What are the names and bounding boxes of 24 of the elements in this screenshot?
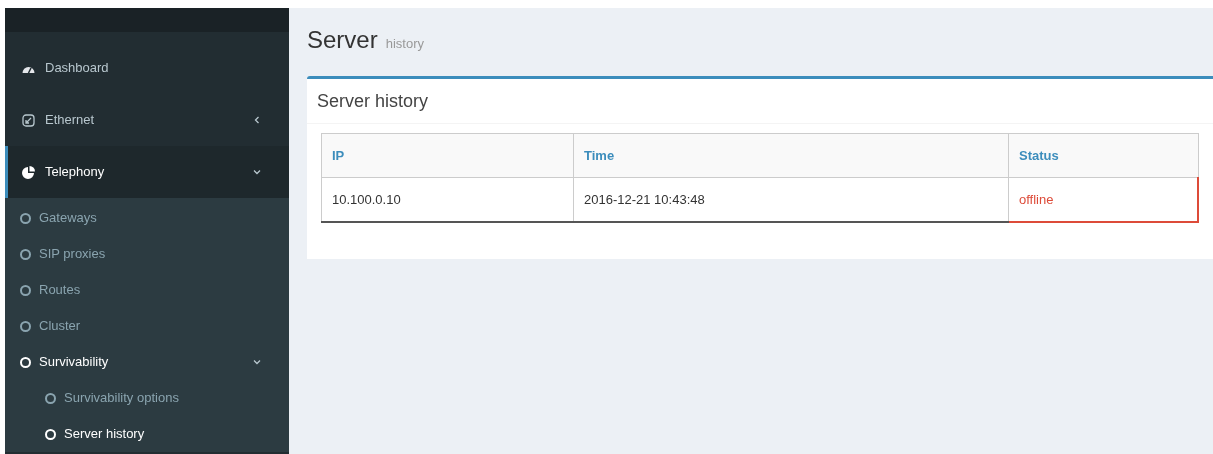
- table-cell: 10.100.0.10: [321, 177, 574, 222]
- page-subtitle: history: [385, 35, 424, 53]
- sidebar-subitem[interactable]: Routes: [5, 272, 289, 308]
- sidebar-item[interactable]: Telephony: [5, 146, 289, 198]
- sidebar-subitem[interactable]: Survivability options: [5, 380, 289, 416]
- sidebar-item[interactable]: Dashboard: [5, 42, 289, 94]
- table-cell: offline: [1008, 177, 1198, 222]
- sidebar-subitem[interactable]: Cluster: [5, 308, 289, 344]
- sidebar-subitem[interactable]: SIP proxies: [5, 236, 289, 272]
- sidebar-subitem[interactable]: Server history: [5, 416, 289, 452]
- pie-chart-icon: [22, 165, 35, 179]
- sidebar-subitem[interactable]: Survivability: [5, 344, 289, 380]
- table-cell: 2016-12-21 10:43:48: [573, 177, 1009, 222]
- page-title: Server: [307, 25, 378, 55]
- chevron-left-icon: [253, 116, 261, 124]
- network-icon: [22, 113, 35, 127]
- column-header: Time: [573, 133, 1009, 178]
- chevron-down-icon: [253, 358, 261, 366]
- sidebar-subitem[interactable]: Gateways: [5, 200, 289, 236]
- panel-title: Server history: [317, 89, 429, 113]
- chevron-down-icon: [253, 168, 261, 176]
- sidebar-item[interactable]: Ethernet: [5, 94, 289, 146]
- column-header: IP: [321, 133, 574, 178]
- column-header: Status: [1008, 133, 1198, 178]
